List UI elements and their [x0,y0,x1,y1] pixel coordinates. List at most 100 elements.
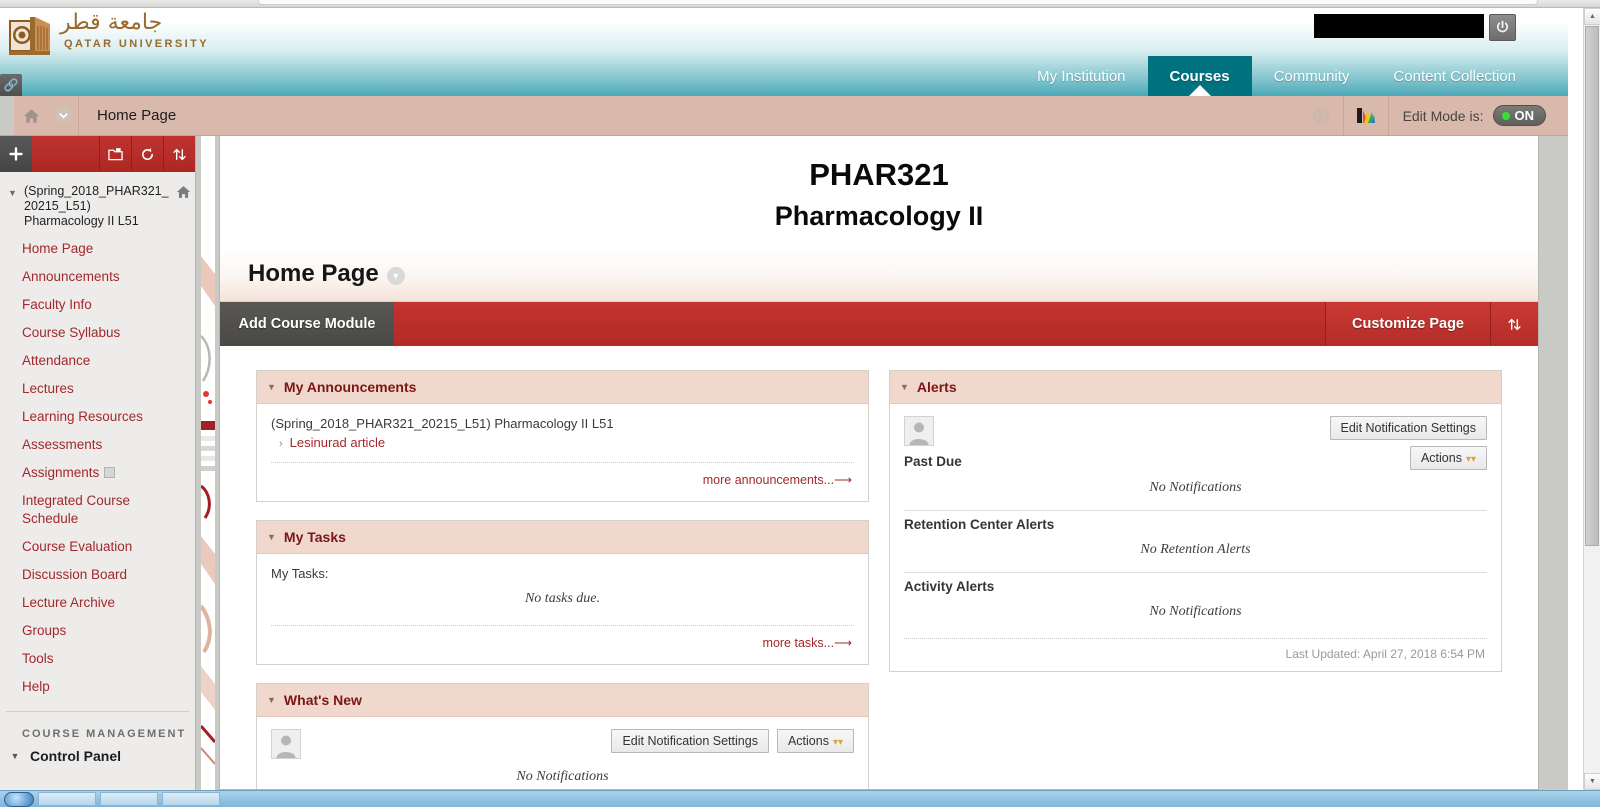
reorder-modules-button[interactable] [1490,302,1538,346]
alerts-past-due-row: Past Due Actions▾▾ [904,446,1487,470]
more-tasks-link[interactable]: more tasks...⟶ [763,636,852,650]
sidebar-item-announcements[interactable]: Announcements [0,263,195,291]
breadcrumb-bar: Home Page [0,96,1568,136]
edit-mode-state-label: ON [1515,108,1535,123]
refresh-icon [1310,107,1332,125]
more-announcements-link[interactable]: more announcements...⟶ [703,473,852,487]
triangle-down-icon[interactable]: ▼ [900,383,909,392]
sidebar-item-course-evaluation[interactable]: Course Evaluation [0,533,195,561]
edit-mode-toggle[interactable]: ON [1493,105,1547,126]
add-menu-item-button[interactable] [0,136,32,172]
decorative-pattern [201,136,215,790]
tab-content-collection[interactable]: Content Collection [1371,56,1538,96]
modules-column-right: ▼ Alerts [889,370,1502,778]
modules-column-left: ▼ My Announcements (Spring_2018_PHAR321_… [256,370,869,778]
color-palette-icon [1356,106,1376,125]
course-menu-list: ▼ (Spring_2018_PHAR321_20215_L51) Pharma… [0,172,195,768]
sidebar-item-assignments[interactable]: Assignments [0,459,195,487]
sidebar-item-lectures[interactable]: Lectures [0,375,195,403]
module-title: My Tasks [284,529,346,545]
module-title: What's New [284,692,362,708]
edit-notification-settings-button[interactable]: Edit Notification Settings [1330,416,1488,440]
add-course-module-button[interactable]: Add Course Module [220,302,394,346]
sidebar-item-learning-resources[interactable]: Learning Resources [0,403,195,431]
triangle-down-icon[interactable]: ▼ [267,383,276,392]
home-icon [23,108,40,124]
tab-community[interactable]: Community [1252,56,1372,96]
alerts-last-updated: Last Updated: April 27, 2018 6:54 PM [904,639,1487,663]
module-body: (Spring_2018_PHAR321_20215_L51) Pharmaco… [257,404,868,501]
sidebar-item-label: Assignments [22,465,99,480]
breadcrumb-current-page: Home Page [79,107,176,124]
folder-view-icon [108,147,123,161]
actions-button[interactable]: Actions▾▾ [1410,446,1487,470]
actions-label: Actions [1421,451,1462,465]
refresh-menu-button[interactable] [131,136,163,172]
refresh-page-button[interactable] [1299,96,1343,135]
sidebar-item-groups[interactable]: Groups [0,617,195,645]
taskbar-item[interactable] [100,792,158,806]
edit-notification-settings-button[interactable]: Edit Notification Settings [611,729,769,753]
triangle-down-icon[interactable]: ▼ [267,533,276,542]
tab-my-institution[interactable]: My Institution [1015,56,1147,96]
module-my-tasks: ▼ My Tasks My Tasks: No tasks due. more … [256,520,869,665]
edit-banner-link-icon[interactable]: 🔗 [0,74,22,96]
scroll-up-button[interactable]: ▲ [1584,8,1600,25]
module-header: ▼ My Tasks [257,521,868,554]
reorder-menu-button[interactable] [163,136,195,172]
announcement-link[interactable]: Lesinurad article [290,435,385,450]
sidebar-item-attendance[interactable]: Attendance [0,347,195,375]
sidebar-item-discussion-board[interactable]: Discussion Board [0,561,195,589]
vertical-scrollbar[interactable]: ▲ ▼ [1583,8,1600,790]
sidebar-item-lecture-archive[interactable]: Lecture Archive [0,589,195,617]
taskbar-item[interactable] [38,792,96,806]
course-menu-sidebar: ▼ (Spring_2018_PHAR321_20215_L51) Pharma… [0,136,196,790]
site-banner: جامعة قطر QATAR UNIVERSITY My Institutio… [0,8,1568,96]
actions-button[interactable]: Actions▾▾ [777,729,854,753]
qatar-university-logo: جامعة قطر QATAR UNIVERSITY [8,12,188,60]
sort-updown-icon [172,147,187,162]
edit-mode-control: Edit Mode is: ON [1389,105,1568,126]
breadcrumb-home-button[interactable] [14,96,48,135]
university-crest-icon [8,14,54,56]
sidebar-item-help[interactable]: Help [0,673,195,701]
triangle-down-icon[interactable]: ▼ [267,696,276,705]
logo-arabic-text: جامعة قطر [60,10,162,35]
alert-section-title-past-due: Past Due [904,448,962,469]
page-title-menu-button[interactable]: ▼ [387,267,405,285]
breadcrumb-dropdown-button[interactable] [48,96,78,135]
start-button[interactable] [4,792,34,807]
alert-section-title-activity: Activity Alerts [904,573,1487,594]
logout-button[interactable] [1489,14,1516,41]
module-title: Alerts [917,379,957,395]
sidebar-item-faculty-info[interactable]: Faculty Info [0,291,195,319]
sidebar-item-integrated-course-schedule[interactable]: Integrated Course Schedule [0,487,195,533]
sidebar-item-tools[interactable]: Tools [0,645,195,673]
sidebar-item-assessments[interactable]: Assessments [0,431,195,459]
course-title-row: ▼ (Spring_2018_PHAR321_20215_L51) Pharma… [0,182,195,235]
course-banner: PHAR321 Pharmacology II [220,136,1538,246]
list-view-button[interactable] [99,136,131,172]
page-title-bar: Home Page ▼ [220,246,1538,302]
plus-icon [9,147,23,161]
user-avatar-icon [273,732,299,758]
browser-tab-strip[interactable] [258,0,1538,5]
sidebar-item-home-page[interactable]: Home Page [0,235,195,263]
customize-page-button[interactable]: Customize Page [1325,302,1490,346]
control-panel-toggle[interactable]: ▼ Control Panel [0,746,195,768]
taskbar-item[interactable] [162,792,220,806]
scrollbar-thumb[interactable] [1585,26,1599,546]
module-body: Edit Notification Settings Past Due Acti… [890,404,1501,671]
sidebar-item-course-syllabus[interactable]: Course Syllabus [0,319,195,347]
modules-area: ▼ My Announcements (Spring_2018_PHAR321_… [220,346,1538,778]
scroll-down-button[interactable]: ▼ [1584,773,1600,790]
refresh-icon [140,147,155,162]
alerts-buttons: Edit Notification Settings [1330,416,1488,440]
course-collapse-toggle[interactable]: ▼ [8,184,24,198]
module-footer: more announcements...⟶ [271,463,854,493]
tab-courses[interactable]: Courses [1148,56,1252,96]
change-theme-button[interactable] [1344,96,1388,135]
course-home-button[interactable] [176,185,191,204]
chevron-down-icon [55,107,72,124]
home-icon [176,185,191,199]
